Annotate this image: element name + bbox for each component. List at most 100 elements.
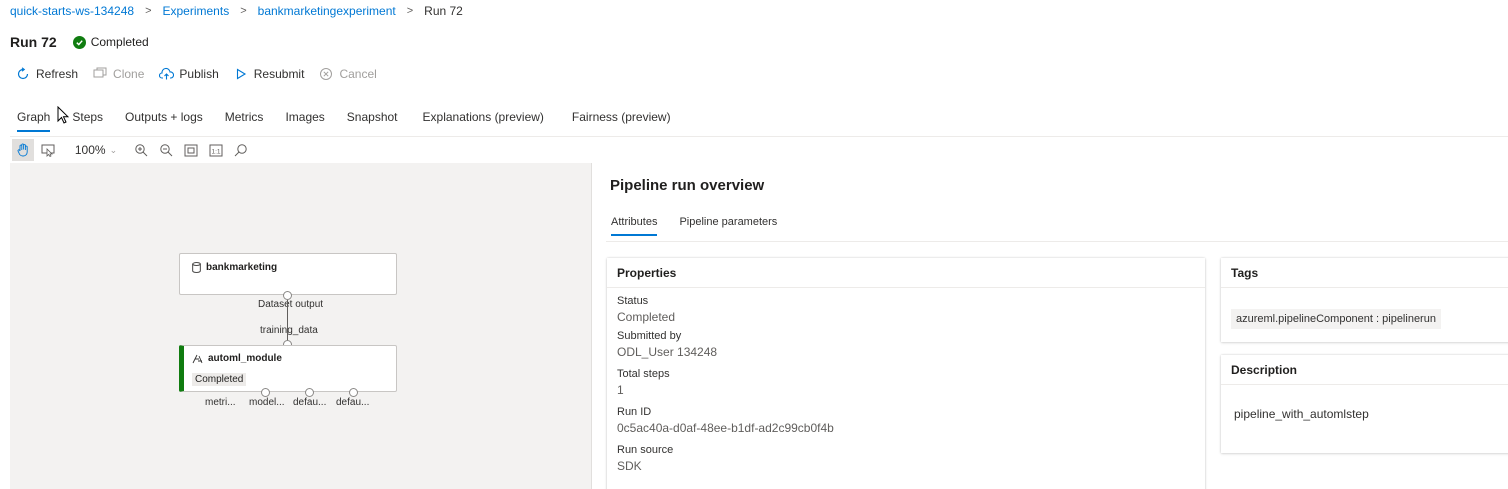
graph-canvas[interactable]: bankmarketing Dataset output training_da…	[10, 163, 591, 489]
output-label-default-2: defau...	[336, 397, 370, 408]
resubmit-button[interactable]: Resubmit	[233, 66, 305, 82]
property-status: Status Completed	[607, 295, 1205, 324]
cancel-label: Cancel	[339, 67, 377, 81]
output-port[interactable]	[349, 388, 358, 397]
command-bar: Refresh Clone Publish Resubmit Cancel	[15, 66, 391, 82]
tab-explanations[interactable]: Explanations (preview)	[423, 110, 544, 132]
actual-size-icon[interactable]: 1:1	[205, 139, 227, 161]
refresh-button[interactable]: Refresh	[15, 66, 78, 82]
tab-steps[interactable]: Steps	[72, 110, 103, 132]
output-port[interactable]	[305, 388, 314, 397]
overview-tabs-divider	[606, 241, 1508, 242]
cancel-icon	[318, 66, 334, 82]
tag-chip[interactable]: azureml.pipelineComponent : pipelinerun	[1231, 309, 1441, 329]
search-icon[interactable]	[230, 139, 252, 161]
output-port[interactable]	[261, 388, 270, 397]
zoom-level: 100%	[74, 143, 106, 157]
property-run-source: Run source SDK	[607, 444, 1205, 473]
zoom-in-icon[interactable]	[130, 139, 152, 161]
property-label: Total steps	[617, 368, 670, 380]
dataset-node-name: bankmarketing	[206, 262, 278, 273]
cancel-button[interactable]: Cancel	[318, 66, 377, 82]
clone-icon	[92, 66, 108, 82]
breadcrumb-experiment-link[interactable]: bankmarketingexperiment	[258, 4, 396, 18]
property-label: Status	[617, 295, 649, 307]
property-total-steps: Total steps 1	[607, 368, 1205, 397]
properties-card: Properties Status Completed Submitted by…	[607, 258, 1205, 489]
property-value: SDK	[617, 459, 642, 473]
output-label-default-1: defau...	[293, 397, 327, 408]
pan-hand-icon[interactable]	[12, 139, 34, 161]
automl-node-status: Completed	[192, 373, 247, 386]
mouse-cursor-icon	[57, 105, 70, 127]
breadcrumb: quick-starts-ws-134248 > Experiments > b…	[10, 4, 463, 18]
property-value: ODL_User 134248	[617, 345, 718, 359]
panel-title: Pipeline run overview	[610, 177, 765, 194]
dataset-icon	[192, 262, 201, 273]
edge-input-label: training_data	[260, 325, 318, 336]
breadcrumb-experiments-link[interactable]: Experiments	[163, 4, 230, 18]
publish-button[interactable]: Publish	[158, 66, 219, 82]
select-icon[interactable]	[37, 139, 59, 161]
description-card: Description pipeline_with_automlstep	[1221, 355, 1508, 453]
tab-attributes[interactable]: Attributes	[611, 216, 658, 236]
automl-node-name: automl_module	[208, 353, 282, 364]
property-value: 1	[617, 383, 624, 397]
overview-tabs: Attributes Pipeline parameters	[611, 216, 799, 236]
run-header: Run 72 Completed	[10, 34, 149, 50]
dataset-node-title: bankmarketing	[192, 262, 277, 273]
clone-label: Clone	[113, 67, 145, 81]
tab-pipeline-parameters[interactable]: Pipeline parameters	[679, 216, 777, 236]
output-label-metrics: metri...	[205, 397, 236, 408]
zoom-dropdown[interactable]: 100% ⌄	[68, 143, 124, 157]
tab-graph[interactable]: Graph	[17, 110, 51, 132]
zoom-out-icon[interactable]	[155, 139, 177, 161]
pipeline-overview-panel: Pipeline run overview Attributes Pipelin…	[591, 163, 1508, 489]
property-label: Submitted by	[617, 330, 682, 342]
status-badge: Completed	[90, 35, 149, 49]
tabs-divider	[10, 136, 1508, 137]
tab-images[interactable]: Images	[285, 110, 324, 132]
chevron-right-icon: >	[406, 5, 414, 17]
resubmit-label: Resubmit	[253, 67, 305, 81]
refresh-icon	[15, 66, 31, 82]
fit-to-screen-icon[interactable]	[180, 139, 202, 161]
property-label: Run ID	[617, 406, 652, 418]
automl-node-title: automl_module	[192, 353, 282, 364]
svg-text:1:1: 1:1	[211, 148, 220, 155]
breadcrumb-current: Run 72	[424, 4, 463, 18]
chevron-down-icon: ⌄	[109, 144, 118, 155]
property-label: Run source	[617, 444, 674, 456]
page-title: Run 72	[10, 34, 57, 50]
tab-snapshot[interactable]: Snapshot	[347, 110, 398, 132]
property-value: 0c5ac40a-d0af-48ee-b1df-ad2c99cb0f4b	[617, 421, 834, 435]
automl-icon	[192, 353, 203, 364]
play-icon	[233, 66, 249, 82]
tab-metrics[interactable]: Metrics	[225, 110, 264, 132]
clone-button[interactable]: Clone	[92, 66, 144, 82]
run-tabs: Graph Steps Outputs + logs Metrics Image…	[17, 110, 693, 132]
chevron-right-icon: >	[240, 5, 247, 17]
tags-card: Tags azureml.pipelineComponent : pipelin…	[1221, 258, 1508, 342]
output-label-model: model...	[249, 397, 285, 408]
properties-header: Properties	[607, 258, 1205, 288]
graph-toolbar: 100% ⌄ 1:1	[12, 139, 255, 161]
checkmark-circle-icon	[72, 35, 86, 49]
property-value: Completed	[617, 310, 676, 324]
tags-header: Tags	[1221, 258, 1508, 288]
breadcrumb-workspace-link[interactable]: quick-starts-ws-134248	[10, 4, 134, 18]
tab-outputs-logs[interactable]: Outputs + logs	[125, 110, 203, 132]
property-submitted-by: Submitted by ODL_User 134248	[607, 330, 1205, 359]
automl-node[interactable]: automl_module Completed	[179, 345, 397, 392]
tab-fairness[interactable]: Fairness (preview)	[572, 110, 671, 132]
description-text: pipeline_with_automlstep	[1234, 407, 1369, 421]
cloud-upload-icon	[158, 66, 174, 82]
graph-edge	[287, 300, 288, 345]
property-run-id: Run ID 0c5ac40a-d0af-48ee-b1df-ad2c99cb0…	[607, 406, 1205, 435]
refresh-label: Refresh	[36, 67, 79, 81]
chevron-right-icon: >	[145, 5, 152, 17]
description-header: Description	[1221, 355, 1508, 385]
publish-label: Publish	[179, 67, 219, 81]
dataset-output-label: Dataset output	[258, 299, 324, 310]
dataset-node[interactable]: bankmarketing	[179, 253, 397, 295]
